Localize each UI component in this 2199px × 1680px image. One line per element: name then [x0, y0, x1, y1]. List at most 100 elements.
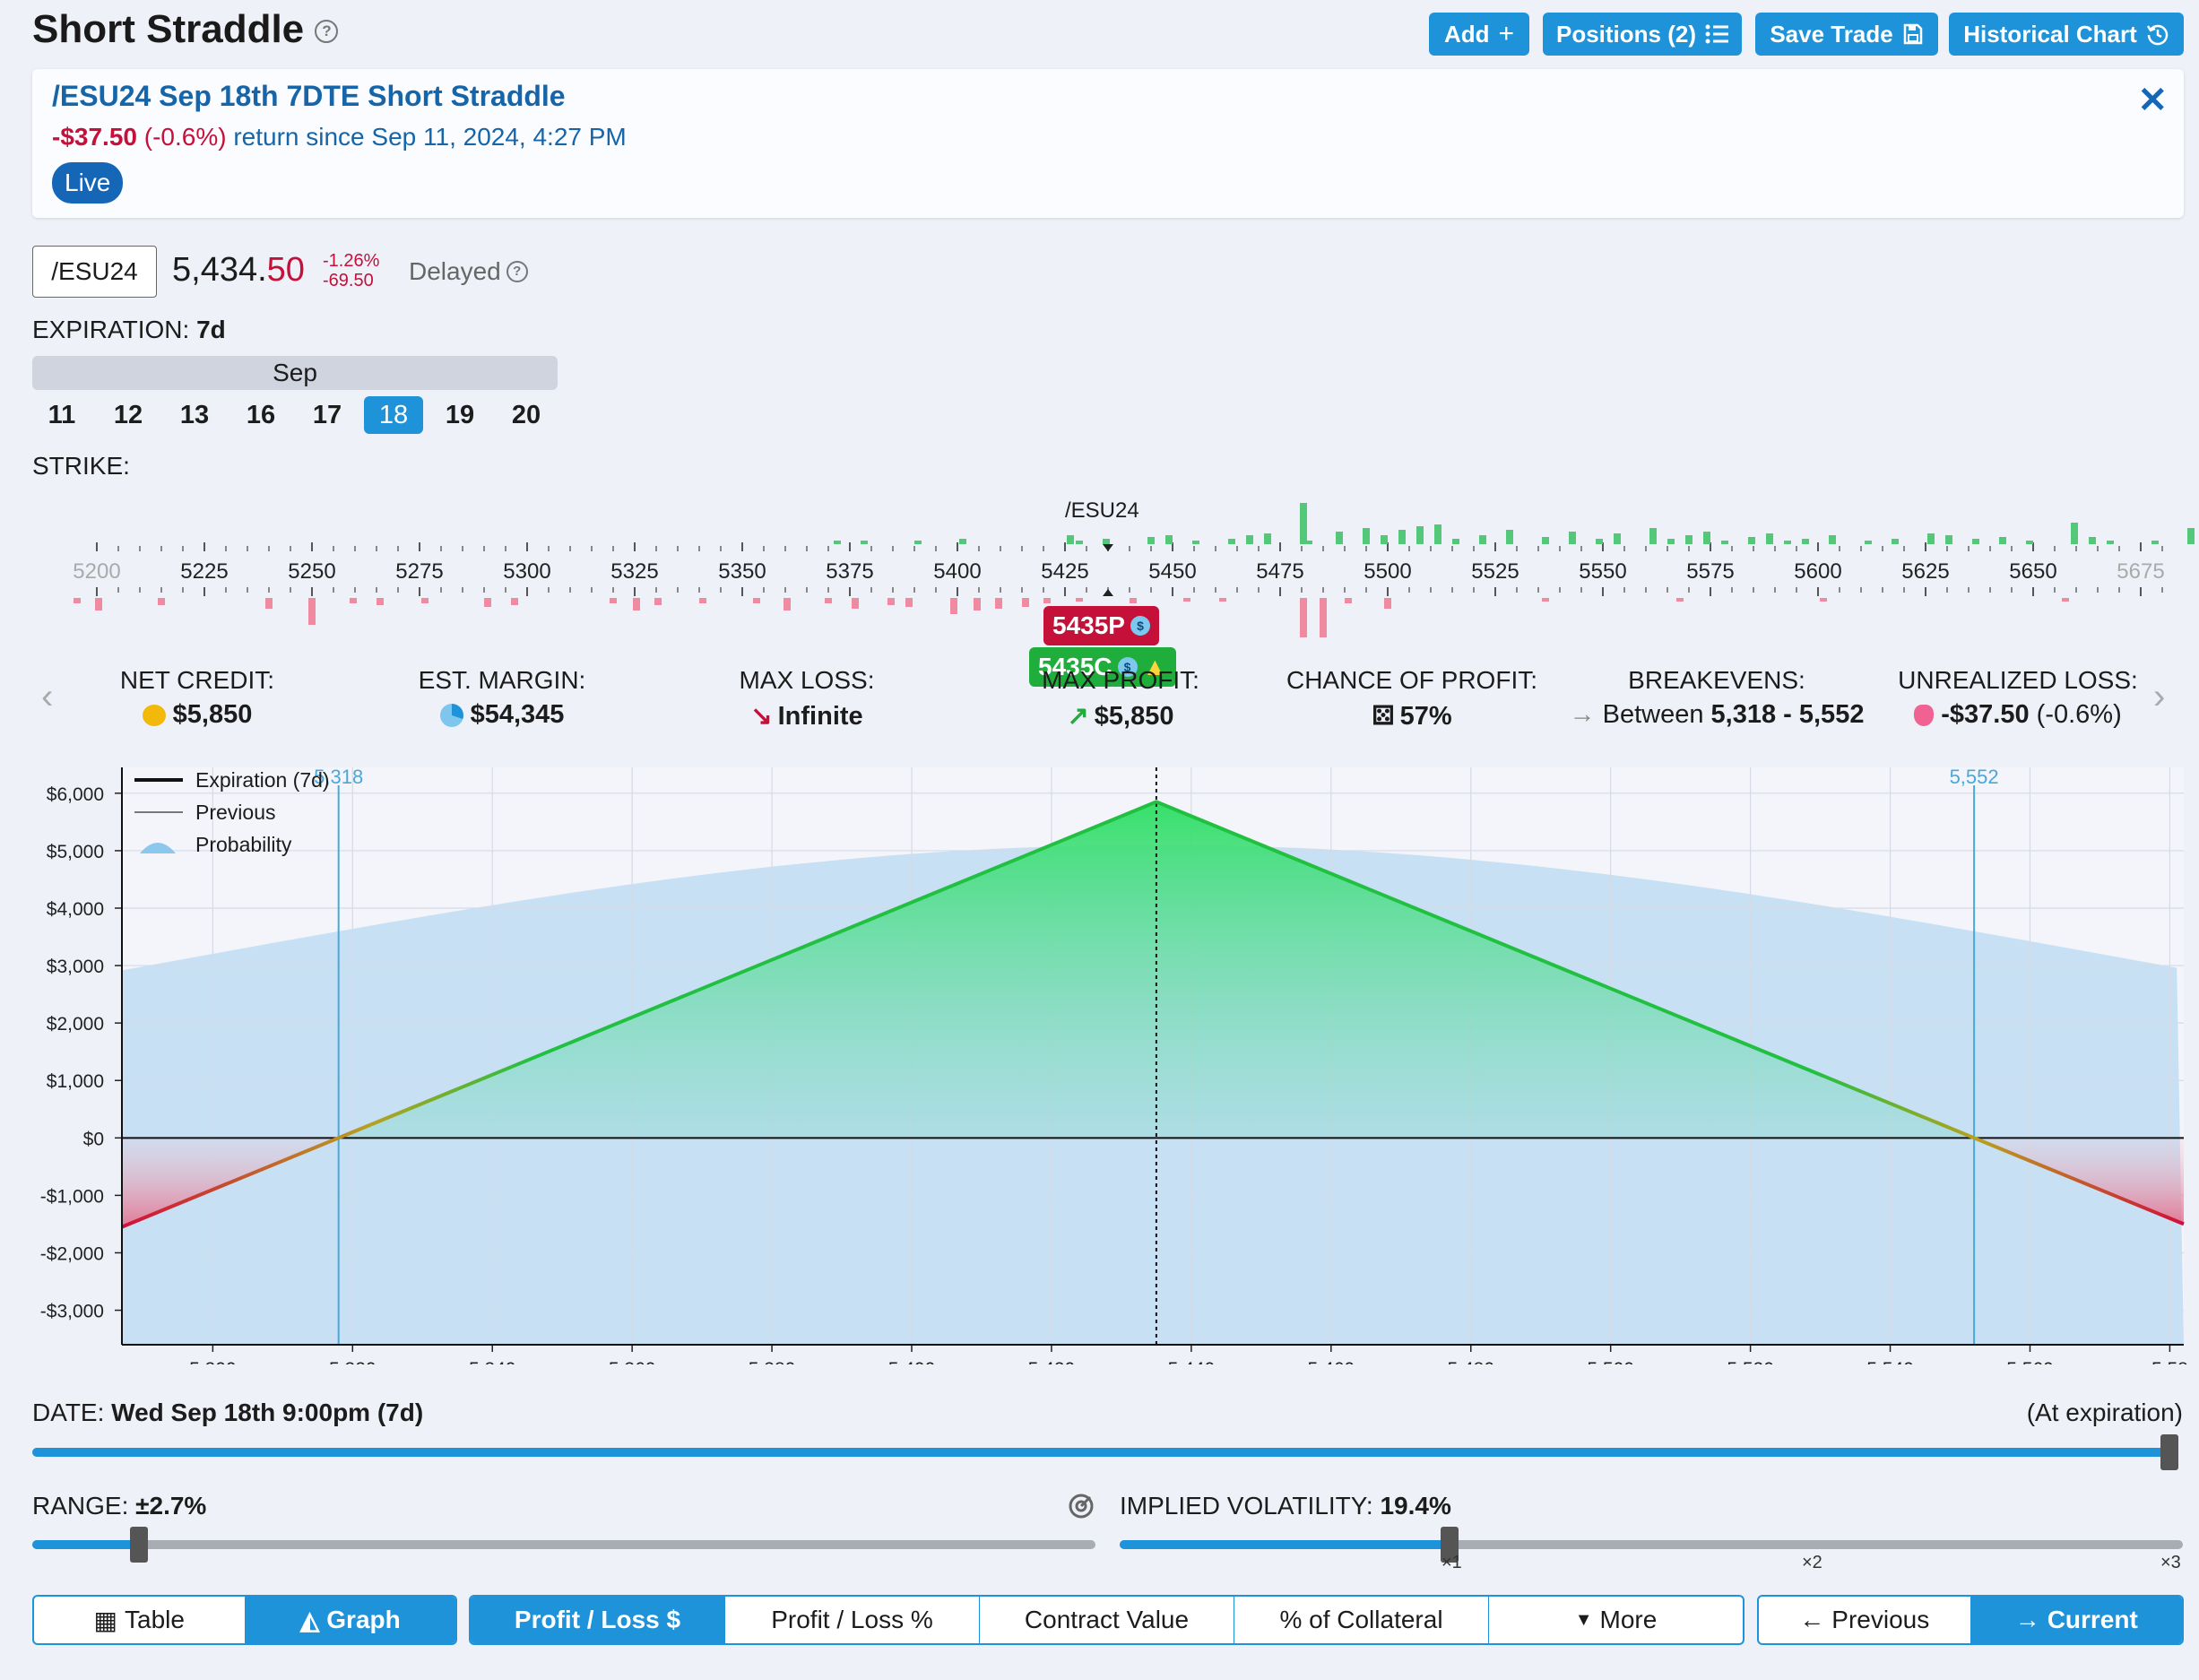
- expiration-day[interactable]: 16: [231, 396, 290, 434]
- legend-label: Probability: [195, 833, 292, 856]
- more-button[interactable]: ▼ More: [1489, 1597, 1743, 1643]
- put-oi-bar: [1676, 598, 1684, 602]
- max-profit-value: $5,850: [1094, 702, 1174, 731]
- table-view-button[interactable]: ▦ Table: [34, 1597, 246, 1643]
- month-header: Sep: [32, 356, 558, 390]
- call-oi-bar: [1784, 541, 1791, 544]
- iv-slider[interactable]: [1120, 1540, 2183, 1549]
- unrealized-loss-pct: (-0.6%): [2036, 700, 2122, 729]
- x-tick-label: 5,58: [2151, 1359, 2188, 1364]
- put-strike-tag[interactable]: 5435P $: [1043, 606, 1159, 645]
- contract-value-button[interactable]: Contract Value: [980, 1597, 1234, 1643]
- call-oi-bar: [1865, 541, 1872, 544]
- date-label-text: DATE:: [32, 1399, 105, 1426]
- put-oi-bar: [308, 598, 316, 625]
- profit-loss-pct-button[interactable]: Profit / Loss %: [725, 1597, 980, 1643]
- expiration-day[interactable]: 20: [497, 396, 556, 434]
- date-slider-thumb[interactable]: [2160, 1434, 2178, 1470]
- symbol-input[interactable]: /ESU24: [32, 246, 157, 298]
- previous-button[interactable]: ← Previous: [1759, 1597, 1971, 1643]
- save-trade-button[interactable]: Save Trade: [1755, 13, 1938, 56]
- call-oi-bar: [1667, 539, 1675, 544]
- range-slider[interactable]: [32, 1540, 1095, 1549]
- strike-tick-label: 5325: [610, 559, 658, 584]
- pct-collateral-button[interactable]: % of Collateral: [1234, 1597, 1489, 1643]
- list-icon: [1705, 24, 1728, 44]
- return-text: return since Sep 11, 2024, 4:27 PM: [233, 123, 627, 151]
- expiration-day[interactable]: 17: [298, 396, 357, 434]
- put-oi-bar: [974, 598, 981, 611]
- y-tick-label: $0: [83, 1129, 104, 1149]
- call-oi-bar: [1416, 526, 1424, 544]
- put-oi-bar: [1820, 598, 1827, 602]
- legend-label: Previous: [195, 801, 275, 824]
- put-oi-bar: [950, 598, 957, 614]
- change-pct: -1.26%: [323, 251, 380, 271]
- max-profit-stat: MAX PROFIT: ↗ $5,850: [1013, 666, 1228, 732]
- put-oi-bar: [887, 598, 895, 605]
- range-slider-thumb[interactable]: [129, 1527, 148, 1563]
- iv-label: IMPLIED VOLATILITY: 19.4%: [1120, 1492, 1451, 1520]
- est-margin-stat: EST. MARGIN: $54,345: [385, 666, 619, 730]
- put-oi-bar: [350, 598, 357, 603]
- reset-iv-icon[interactable]: [1067, 1492, 1095, 1520]
- change-abs: -69.50: [323, 271, 374, 290]
- put-oi-bar: [784, 598, 791, 611]
- put-oi-bar: [825, 598, 832, 603]
- breakeven-label: 5,552: [1950, 766, 1999, 788]
- graph-view-button[interactable]: ◭ Graph: [245, 1597, 455, 1643]
- put-oi-bar: [421, 598, 429, 603]
- date-slider[interactable]: [32, 1448, 2178, 1457]
- put-oi-bar: [1320, 598, 1327, 637]
- call-oi-bar: [1748, 537, 1755, 544]
- historical-chart-button[interactable]: Historical Chart: [1949, 13, 2184, 56]
- money-bag-icon: [1914, 705, 1935, 727]
- range-slider-fill: [32, 1540, 139, 1549]
- net-credit-stat: NET CREDIT: $5,850: [90, 666, 305, 730]
- view-toggle: ▦ Table ◭ Graph: [32, 1595, 457, 1645]
- x-tick-label: 5,540: [1866, 1359, 1914, 1364]
- stats-next-icon[interactable]: ›: [2153, 677, 2165, 717]
- call-oi-bar: [1614, 533, 1621, 544]
- call-oi-bar: [1972, 539, 1979, 544]
- expiration-day[interactable]: 12: [99, 396, 158, 434]
- expiration-day-selected[interactable]: 18: [364, 396, 423, 434]
- profit-loss-dollar-button[interactable]: Profit / Loss $: [471, 1597, 725, 1643]
- put-oi-bar: [1022, 598, 1029, 607]
- est-margin-label: EST. MARGIN:: [418, 666, 586, 694]
- price-decimal: 50: [266, 251, 305, 289]
- put-oi-bar: [995, 598, 1002, 609]
- put-oi-bar: [1219, 598, 1226, 602]
- positions-button[interactable]: Positions (2): [1543, 13, 1742, 56]
- current-button[interactable]: → Current: [1970, 1597, 2182, 1643]
- call-oi-bar: [1076, 541, 1083, 544]
- y-tick-label: $3,000: [47, 957, 104, 977]
- delayed-indicator: Delayed ?: [409, 257, 528, 286]
- put-oi-bar: [1384, 598, 1391, 609]
- return-pct: (-0.6%): [143, 123, 227, 151]
- arrow-left-icon: ←: [1799, 1606, 1825, 1633]
- add-button[interactable]: Add +: [1429, 13, 1529, 56]
- delayed-help-icon[interactable]: ?: [506, 261, 528, 282]
- put-oi-bar: [377, 598, 384, 605]
- expiration-day[interactable]: 11: [32, 396, 91, 434]
- close-icon[interactable]: ✕: [2137, 80, 2168, 121]
- call-oi-bar: [1569, 532, 1576, 544]
- unrealized-loss-label: UNREALIZED LOSS:: [1898, 666, 2138, 694]
- expiration-day[interactable]: 19: [430, 396, 489, 434]
- call-oi-bar: [1829, 535, 1836, 544]
- help-icon[interactable]: ?: [315, 20, 339, 44]
- page-title: Short Straddle ?: [32, 7, 339, 52]
- call-oi-bar: [2089, 537, 2096, 544]
- pnl-chart[interactable]: $6,000 $5,000 $4,000 $3,000 $2,000 $1,000 $0 -$…: [0, 755, 2199, 1364]
- chance-of-profit-stat: CHANCE OF PROFIT: ⚄ 57%: [1273, 666, 1551, 732]
- strike-tick-label: 5375: [826, 559, 873, 584]
- stats-prev-icon[interactable]: ‹: [41, 677, 53, 717]
- y-tick-label: -$2,000: [40, 1243, 104, 1264]
- expiration-day[interactable]: 13: [165, 396, 224, 434]
- put-oi-bar: [2062, 598, 2069, 602]
- call-oi-bar: [1264, 533, 1271, 544]
- put-oi-bar: [484, 598, 491, 607]
- underlying-price: 5,434.50: [172, 251, 305, 290]
- save-trade-label: Save Trade: [1770, 20, 1893, 48]
